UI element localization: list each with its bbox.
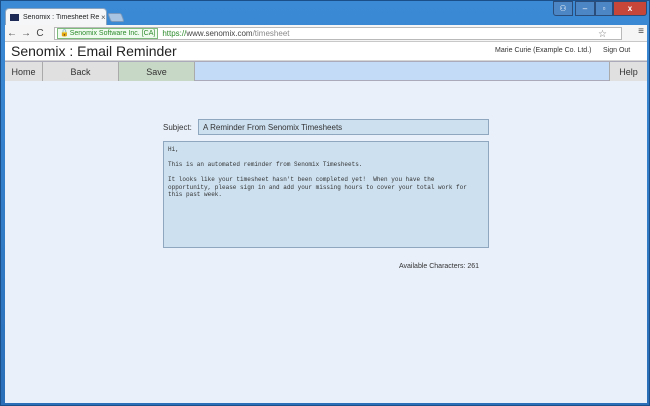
browser-window: Senomix : Timesheet Rem × ⚇ – ▫ x ← → C …	[0, 0, 650, 406]
maximize-button[interactable]: ▫	[595, 1, 613, 16]
reload-icon[interactable]: C	[33, 28, 47, 39]
tab-title: Senomix : Timesheet Rem	[23, 13, 99, 21]
email-body-textarea[interactable]: Hi, This is an automated reminder from S…	[163, 141, 489, 248]
minimize-button[interactable]: –	[575, 1, 595, 16]
url-path: /timesheet	[252, 29, 290, 38]
favicon-icon	[10, 13, 19, 21]
tab-close-icon[interactable]: ×	[101, 13, 106, 22]
url-scheme: https://	[162, 29, 187, 38]
url-text: https://www.senomix.com/timesheet	[162, 29, 289, 38]
window-controls: ⚇ – ▫ x	[553, 1, 647, 16]
title-bar: Senomix : Timesheet Rem × ⚇ – ▫ x	[1, 1, 650, 25]
page-content: Senomix : Email Reminder Marie Curie (Ex…	[5, 42, 647, 403]
lock-icon: 🔒	[60, 29, 69, 37]
ev-badge-label: Senomix Software Inc. [CA]	[69, 29, 156, 37]
url-host: www.senomix.com	[186, 29, 253, 38]
forward-arrow-icon[interactable]: →	[19, 28, 33, 39]
user-name: Marie Curie (Example Co. Ltd.)	[495, 47, 592, 54]
bookmark-star-icon[interactable]: ☆	[598, 29, 607, 40]
subject-input[interactable]	[198, 119, 489, 135]
page-title: Senomix : Email Reminder	[11, 43, 177, 59]
browser-toolbar: ← → C 🔒 Senomix Software Inc. [CA] https…	[5, 25, 647, 42]
user-icon[interactable]: ⚇	[553, 1, 573, 16]
close-button[interactable]: x	[613, 1, 647, 16]
home-button[interactable]: Home	[5, 62, 43, 81]
subject-label: Subject:	[163, 123, 192, 132]
browser-menu-icon[interactable]: ≡	[638, 26, 644, 37]
ev-certificate-badge[interactable]: 🔒 Senomix Software Inc. [CA]	[57, 28, 159, 39]
save-button[interactable]: Save	[119, 62, 195, 81]
nav-bar: Home Back Save Help	[5, 61, 647, 81]
sign-out-link[interactable]: Sign Out	[603, 47, 630, 54]
help-button[interactable]: Help	[609, 62, 647, 81]
back-button[interactable]: Back	[43, 62, 119, 81]
back-arrow-icon[interactable]: ←	[5, 28, 19, 39]
available-characters: Available Characters: 261	[399, 263, 480, 270]
new-tab-button[interactable]	[107, 13, 125, 22]
address-bar[interactable]: 🔒 Senomix Software Inc. [CA] https://www…	[54, 27, 622, 40]
browser-tab[interactable]: Senomix : Timesheet Rem ×	[5, 8, 107, 25]
